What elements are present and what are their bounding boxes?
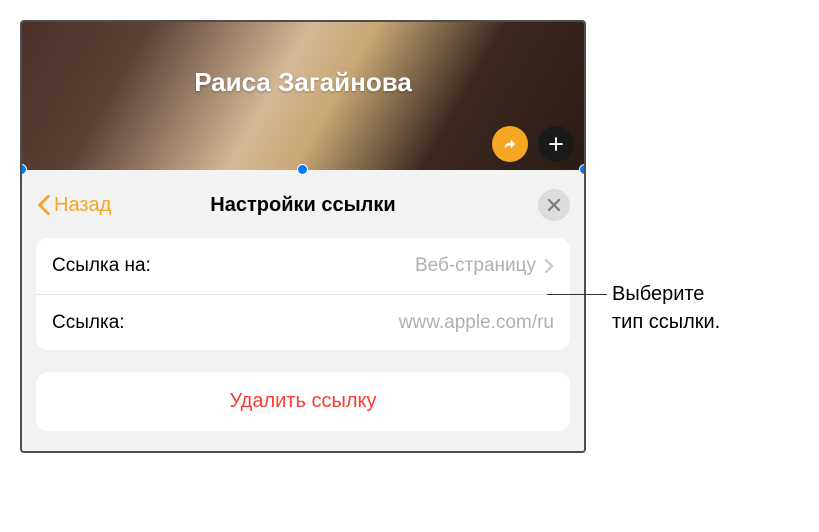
popover-header: Назад Настройки ссылки <box>36 184 570 226</box>
share-arrow-icon <box>501 135 519 153</box>
settings-group: Ссылка на: Веб-страницу Ссылка: www.appl… <box>36 238 570 350</box>
callout-line-1: Выберите <box>612 280 720 308</box>
link-url-value-text: www.apple.com/ru <box>399 312 554 334</box>
plus-icon <box>547 135 565 153</box>
link-to-label: Ссылка на: <box>52 255 151 277</box>
link-url-label: Ссылка: <box>52 312 125 334</box>
link-url-row[interactable]: Ссылка: www.apple.com/ru <box>36 294 570 350</box>
link-to-value: Веб-страницу <box>415 255 554 277</box>
popover-panel: Раиса Загайнова <box>20 20 586 453</box>
close-icon <box>547 198 561 212</box>
link-to-row[interactable]: Ссылка на: Веб-страницу <box>36 238 570 294</box>
link-url-value: www.apple.com/ru <box>399 312 554 334</box>
share-button[interactable] <box>492 126 528 162</box>
callout-line-2: тип ссылки. <box>612 308 720 336</box>
close-button[interactable] <box>538 189 570 221</box>
back-label: Назад <box>54 194 111 217</box>
delete-link-button[interactable]: Удалить ссылку <box>54 390 552 413</box>
chevron-left-icon <box>36 194 52 216</box>
chevron-right-icon <box>544 258 554 274</box>
link-settings-popover: Назад Настройки ссылки Ссылка на: Веб-ст… <box>22 170 584 451</box>
contact-name: Раиса Загайнова <box>194 67 412 98</box>
callout-text: Выберите тип ссылки. <box>612 280 720 336</box>
delete-group: Удалить ссылку <box>36 372 570 431</box>
popover-title: Настройки ссылки <box>36 194 570 217</box>
back-button[interactable]: Назад <box>36 194 111 217</box>
add-button[interactable] <box>538 126 574 162</box>
callout-leader-line <box>547 294 607 295</box>
contact-header-image: Раиса Загайнова <box>22 22 584 170</box>
link-to-value-text: Веб-страницу <box>415 255 536 277</box>
